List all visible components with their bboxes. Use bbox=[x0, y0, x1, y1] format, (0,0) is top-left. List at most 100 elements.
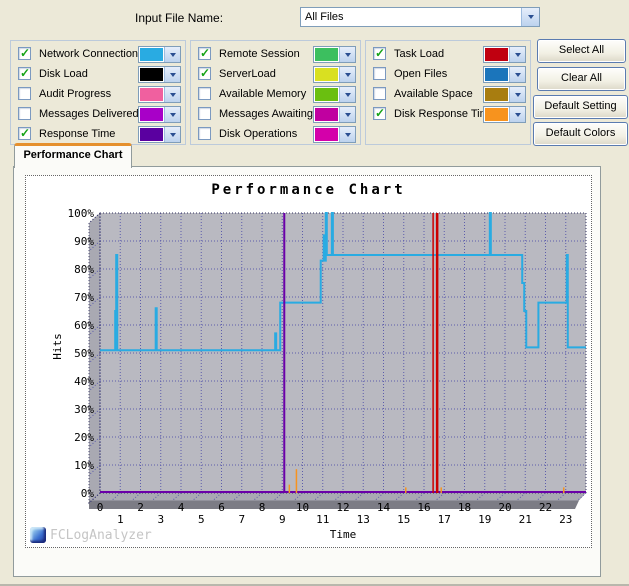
color-swatch bbox=[315, 108, 338, 121]
color-swatch bbox=[485, 48, 508, 61]
checkmark-icon: ✓ bbox=[200, 46, 210, 60]
x-tick-label: 4 bbox=[178, 501, 185, 514]
series-color-dropdown[interactable] bbox=[138, 86, 181, 103]
series-row: ✓ Available Memory bbox=[191, 84, 360, 105]
series-color-dropdown[interactable] bbox=[138, 46, 181, 63]
y-tick-label: 100% bbox=[68, 207, 95, 220]
app-logo-icon bbox=[30, 527, 46, 543]
select-all-button[interactable]: Select All bbox=[537, 39, 626, 63]
series-checkbox[interactable]: ✓ bbox=[18, 107, 31, 120]
series-row: ✓ Remote Session bbox=[191, 44, 360, 65]
y-tick-label: 60% bbox=[74, 319, 94, 332]
input-file-label: Input File Name: bbox=[135, 11, 223, 25]
series-checkbox[interactable]: ✓ bbox=[373, 47, 386, 60]
x-tick-label: 7 bbox=[238, 513, 245, 526]
color-swatch bbox=[485, 68, 508, 81]
x-tick-label: 17 bbox=[438, 513, 451, 526]
default-colors-button[interactable]: Default Colors bbox=[533, 122, 628, 146]
chevron-down-icon[interactable] bbox=[164, 47, 180, 62]
checkmark-icon: ✓ bbox=[20, 66, 30, 80]
chevron-down-icon[interactable] bbox=[164, 107, 180, 122]
series-label: Disk Load bbox=[39, 68, 88, 80]
checkmark-icon: ✓ bbox=[375, 106, 385, 120]
series-color-dropdown[interactable] bbox=[483, 86, 526, 103]
input-file-dropdown[interactable]: All Files bbox=[300, 7, 540, 27]
x-tick-label: 13 bbox=[357, 513, 370, 526]
series-label: Network Connections bbox=[39, 48, 144, 60]
series-color-dropdown[interactable] bbox=[138, 126, 181, 143]
checkmark-icon: ✓ bbox=[375, 46, 385, 60]
chevron-down-icon[interactable] bbox=[164, 67, 180, 82]
y-tick-label: 50% bbox=[74, 347, 94, 360]
color-swatch bbox=[315, 68, 338, 81]
series-color-dropdown[interactable] bbox=[483, 106, 526, 123]
x-axis-label: Time bbox=[100, 528, 586, 541]
series-group-2: ✓ Remote Session ✓ ServerLoad ✓ Availabl… bbox=[190, 40, 361, 145]
series-row: ✓ Task Load bbox=[366, 44, 530, 65]
y-tick-label: 20% bbox=[74, 431, 94, 444]
series-checkbox[interactable]: ✓ bbox=[18, 67, 31, 80]
chevron-down-icon[interactable] bbox=[164, 127, 180, 142]
y-tick-label: 40% bbox=[74, 375, 94, 388]
series-color-dropdown[interactable] bbox=[313, 46, 356, 63]
series-color-dropdown[interactable] bbox=[313, 106, 356, 123]
y-tick-label: 70% bbox=[74, 291, 94, 304]
series-checkbox[interactable]: ✓ bbox=[18, 87, 31, 100]
series-color-dropdown[interactable] bbox=[313, 86, 356, 103]
chevron-down-icon[interactable] bbox=[339, 127, 355, 142]
color-swatch bbox=[140, 128, 163, 141]
chevron-down-icon[interactable] bbox=[339, 67, 355, 82]
x-tick-label: 10 bbox=[296, 501, 309, 514]
x-tick-label: 11 bbox=[316, 513, 329, 526]
series-checkbox[interactable]: ✓ bbox=[198, 67, 211, 80]
chevron-down-icon[interactable] bbox=[509, 107, 525, 122]
series-row: ✓ Response Time bbox=[11, 124, 185, 145]
color-swatch bbox=[315, 88, 338, 101]
default-setting-button[interactable]: Default Setting bbox=[533, 95, 628, 119]
performance-chart-plot: 100%90%80%70%60%50%40%30%20%10%0%0123456… bbox=[26, 176, 593, 549]
series-color-dropdown[interactable] bbox=[138, 66, 181, 83]
series-label: Response Time bbox=[39, 128, 115, 140]
checkmark-icon: ✓ bbox=[200, 66, 210, 80]
chevron-down-icon[interactable] bbox=[339, 87, 355, 102]
chevron-down-icon[interactable] bbox=[509, 87, 525, 102]
series-color-dropdown[interactable] bbox=[313, 126, 356, 143]
series-label: Open Files bbox=[394, 68, 447, 80]
series-checkbox[interactable]: ✓ bbox=[373, 107, 386, 120]
app-logo-text: FCLogAnalyzer bbox=[50, 528, 152, 543]
series-color-dropdown[interactable] bbox=[138, 106, 181, 123]
y-tick-label: 0% bbox=[81, 487, 95, 500]
series-checkbox[interactable]: ✓ bbox=[18, 47, 31, 60]
series-checkbox[interactable]: ✓ bbox=[198, 127, 211, 140]
series-checkbox[interactable]: ✓ bbox=[18, 127, 31, 140]
series-color-dropdown[interactable] bbox=[313, 66, 356, 83]
chart-canvas: Performance Chart 100%90%80%70%60%50%40%… bbox=[25, 175, 592, 548]
x-tick-label: 22 bbox=[539, 501, 552, 514]
series-color-dropdown[interactable] bbox=[483, 46, 526, 63]
x-tick-label: 5 bbox=[198, 513, 205, 526]
chevron-down-icon[interactable] bbox=[339, 47, 355, 62]
plot-floor bbox=[89, 493, 586, 501]
color-swatch bbox=[315, 48, 338, 61]
series-checkbox[interactable]: ✓ bbox=[198, 107, 211, 120]
series-checkbox[interactable]: ✓ bbox=[373, 87, 386, 100]
series-row: ✓ Messages Delivered bbox=[11, 104, 185, 125]
x-tick-label: 3 bbox=[157, 513, 164, 526]
tab-performance-chart[interactable]: Performance Chart bbox=[14, 143, 132, 168]
chevron-down-icon[interactable] bbox=[339, 107, 355, 122]
x-tick-label: 0 bbox=[97, 501, 104, 514]
series-color-dropdown[interactable] bbox=[483, 66, 526, 83]
series-label: Available Memory bbox=[219, 88, 306, 100]
chevron-down-icon[interactable] bbox=[509, 67, 525, 82]
series-checkbox[interactable]: ✓ bbox=[198, 87, 211, 100]
chevron-down-icon[interactable] bbox=[521, 8, 539, 26]
input-file-value: All Files bbox=[301, 8, 521, 26]
series-row: ✓ ServerLoad bbox=[191, 64, 360, 85]
series-checkbox[interactable]: ✓ bbox=[373, 67, 386, 80]
series-checkbox[interactable]: ✓ bbox=[198, 47, 211, 60]
chevron-down-icon[interactable] bbox=[509, 47, 525, 62]
x-tick-label: 18 bbox=[458, 501, 471, 514]
chevron-down-icon[interactable] bbox=[164, 87, 180, 102]
clear-all-button[interactable]: Clear All bbox=[537, 67, 626, 91]
series-label: Messages Awaiting bbox=[219, 108, 313, 120]
